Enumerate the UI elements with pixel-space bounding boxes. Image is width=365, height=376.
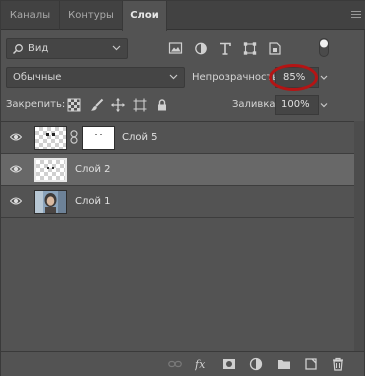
layers-panel: Каналы Контуры Слои Вид Обычные Непрозра… xyxy=(0,0,365,376)
panel-menu-icon[interactable] xyxy=(351,11,361,20)
fill-input[interactable]: 100% xyxy=(275,95,319,115)
lock-all-padlock-icon[interactable] xyxy=(155,98,169,112)
layer-filter-label: Вид xyxy=(28,43,49,54)
lock-label: Закрепить: xyxy=(6,99,66,110)
layers-bottom-toolbar: fx xyxy=(1,351,364,376)
tab-paths[interactable]: Контуры xyxy=(59,1,122,30)
smart-object-filter-icon[interactable] xyxy=(267,41,283,56)
add-mask-icon[interactable] xyxy=(222,357,236,371)
opacity-slider-chevron-icon[interactable] xyxy=(318,67,330,88)
svg-text:fx: fx xyxy=(195,358,206,371)
layer-name[interactable]: Слой 2 xyxy=(75,154,111,185)
chevron-down-icon xyxy=(169,74,178,80)
pixel-layer-filter-icon[interactable] xyxy=(168,41,184,56)
eye-visibility-icon[interactable] xyxy=(10,132,22,142)
fill-slider-chevron-icon[interactable] xyxy=(318,95,330,115)
tab-layers[interactable]: Слои xyxy=(122,1,167,31)
highlight-circle-annotation xyxy=(269,64,318,91)
eye-visibility-icon[interactable] xyxy=(10,164,22,174)
shape-layer-filter-icon[interactable] xyxy=(242,41,258,56)
layers-list: Слой 5 Слой 2 Слой 1 xyxy=(1,121,364,351)
photo-portrait-image xyxy=(35,191,66,213)
layer-photo-thumbnail xyxy=(34,190,67,214)
new-adjustment-layer-icon[interactable] xyxy=(249,357,263,371)
layer-row[interactable]: Слой 5 xyxy=(1,122,354,154)
mask-content-marks xyxy=(95,134,102,135)
chevron-down-icon xyxy=(112,45,121,51)
filter-toggle-switch[interactable] xyxy=(319,38,329,57)
fx-layer-style-icon[interactable]: fx xyxy=(195,357,209,371)
layers-scrollbar[interactable] xyxy=(354,121,364,351)
lock-artboard-icon[interactable] xyxy=(133,98,147,112)
layer-name[interactable]: Слой 1 xyxy=(75,186,111,217)
layer-row-selected[interactable]: Слой 2 xyxy=(1,154,354,186)
tab-channels[interactable]: Каналы xyxy=(1,1,59,30)
layer-thumbnail xyxy=(34,158,67,182)
blend-mode-select[interactable]: Обычные xyxy=(6,67,185,88)
link-chain-icon[interactable] xyxy=(70,130,78,144)
fill-label: Заливка: xyxy=(232,99,279,110)
tab-bar: Каналы Контуры Слои xyxy=(1,1,365,31)
lock-position-move-icon[interactable] xyxy=(111,98,125,112)
blend-mode-label: Обычные xyxy=(13,72,62,83)
layer-row[interactable]: Слой 1 xyxy=(1,186,354,218)
search-icon xyxy=(12,44,23,55)
eye-visibility-icon[interactable] xyxy=(10,196,22,206)
layer-content-marks xyxy=(46,133,55,136)
layer-thumbnail xyxy=(34,126,67,150)
adjustment-layer-filter-icon[interactable] xyxy=(193,41,209,56)
type-layer-filter-icon[interactable] xyxy=(217,41,233,56)
lock-transparent-pixels-icon[interactable] xyxy=(67,98,81,112)
delete-layer-trash-icon[interactable] xyxy=(331,357,345,371)
new-group-folder-icon[interactable] xyxy=(277,357,291,371)
layer-filter-select[interactable]: Вид xyxy=(6,38,128,59)
new-layer-icon[interactable] xyxy=(304,357,318,371)
link-layers-icon[interactable] xyxy=(168,357,182,371)
layer-name[interactable]: Слой 5 xyxy=(122,122,158,153)
layer-content-marks xyxy=(47,167,54,169)
layer-mask-thumbnail[interactable] xyxy=(82,126,115,150)
lock-image-pixels-brush-icon[interactable] xyxy=(90,98,104,112)
